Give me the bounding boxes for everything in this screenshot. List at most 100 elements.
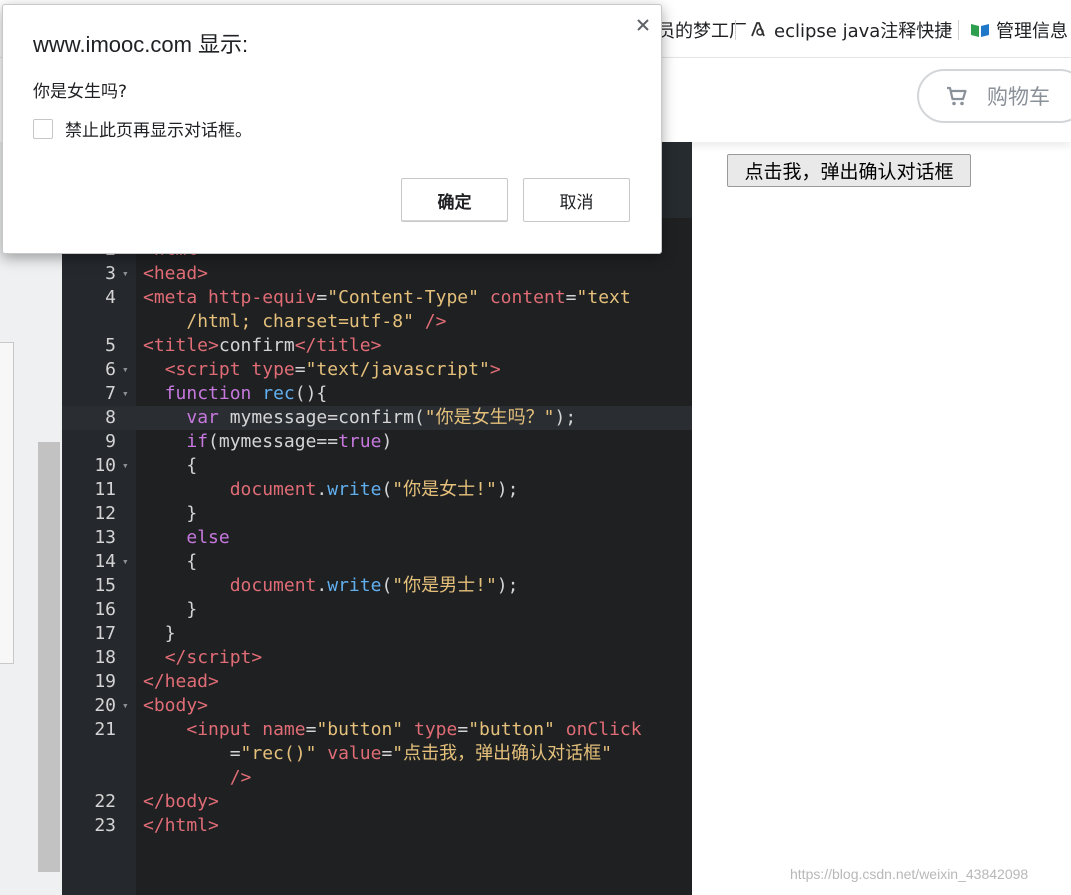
line-number: 22	[94, 791, 116, 812]
code-text: </head>	[143, 671, 219, 692]
code-text: />	[229, 767, 252, 788]
code-text: }	[186, 503, 198, 524]
line-number: 15	[94, 575, 116, 596]
close-icon[interactable]	[633, 15, 653, 35]
code-line[interactable]: 6 ▾ <script type="text/javascript">	[62, 358, 692, 382]
line-number: 13	[94, 527, 116, 548]
dialog-title: www.imooc.com 显示:	[33, 32, 249, 57]
line-number: 14	[94, 551, 116, 572]
bookmark-label: 员的梦工厂	[657, 21, 747, 42]
line-number: 19	[94, 671, 116, 692]
suppress-dialog-label: 禁止此页再显示对话框。	[65, 121, 252, 141]
line-number: 8	[105, 407, 116, 428]
line-number: 18	[94, 647, 116, 668]
fold-arrow-icon[interactable]: ▾	[122, 382, 129, 406]
bookmark-label: 管理信息	[996, 21, 1068, 42]
left-card	[0, 342, 14, 664]
code-line[interactable]: 15 document.write("你是男士!");	[62, 574, 692, 598]
book-icon	[971, 24, 989, 37]
left-panel	[0, 142, 62, 895]
code-text: <script type="text/javascript">	[164, 359, 501, 380]
bookmark-item-2[interactable]: eclipse java注释快捷	[748, 18, 952, 42]
bookmark-item-1[interactable]: 员的梦工厂	[657, 18, 747, 42]
code-line[interactable]: 9 if(mymessage==true)	[62, 430, 692, 454]
cancel-label: 取消	[559, 192, 594, 213]
code-line[interactable]: 4 <meta http-equiv="Content-Type" content…	[62, 286, 692, 310]
fold-arrow-icon[interactable]: ▾	[122, 550, 129, 574]
code-line[interactable]: 3 ▾ <head>	[62, 262, 692, 286]
line-number: 5	[105, 335, 116, 356]
line-number: 4	[105, 287, 116, 308]
code-line[interactable]: 16 }	[62, 598, 692, 622]
eclipse-icon	[751, 22, 765, 37]
line-number: 7	[105, 383, 116, 404]
code-line[interactable]: 22 </body>	[62, 790, 692, 814]
code-line[interactable]: 13 else	[62, 526, 692, 550]
code-line[interactable]: 21 <input name="button" type="button" on…	[62, 718, 692, 742]
line-number: 23	[94, 815, 116, 836]
watermark: https://blog.csdn.net/weixin_43842098	[790, 866, 1029, 882]
code-line[interactable]: 5 <title>confirm</title>	[62, 334, 692, 358]
code-line[interactable]: 18 </script>	[62, 646, 692, 670]
fold-arrow-icon[interactable]: ▾	[122, 454, 129, 478]
code-line[interactable]: 12 }	[62, 502, 692, 526]
code-line[interactable]: 10 ▾ {	[62, 454, 692, 478]
confirm-dialog: www.imooc.com 显示: 你是女生吗? 禁止此页再显示对话框。 确定 …	[2, 4, 662, 254]
code-text: }	[186, 599, 198, 620]
code-editor: 2<html>3▾<head>4<meta http-equiv="Conten…	[62, 142, 692, 895]
code-text: <meta http-equiv="Content-Type" content=…	[143, 287, 631, 308]
cart-label: 购物车	[987, 85, 1050, 109]
line-number: 11	[94, 479, 116, 500]
code-line[interactable]: 14 ▾ {	[62, 550, 692, 574]
fold-arrow-icon[interactable]: ▾	[122, 358, 129, 382]
code-text: document.write("你是男士!");	[229, 575, 519, 596]
code-text: ="rec()" value="点击我，弹出确认对话框"	[229, 743, 612, 764]
code-line[interactable]: 17 }	[62, 622, 692, 646]
bookmark-separator	[735, 20, 736, 40]
code-text: <input name="button" type="button" onCli…	[186, 719, 642, 740]
code-text: {	[186, 551, 198, 572]
code-text: <body>	[143, 695, 209, 716]
code-lines[interactable]: 2<html>3▾<head>4<meta http-equiv="Conten…	[62, 238, 692, 838]
code-line[interactable]: 20 ▾ <body>	[62, 694, 692, 718]
bookmark-label: eclipse java注释快捷	[774, 21, 953, 42]
suppress-dialog-checkbox[interactable]	[33, 118, 53, 139]
cancel-button[interactable]: 取消	[523, 178, 630, 222]
fold-arrow-icon[interactable]: ▾	[122, 694, 129, 718]
code-text: /html; charset=utf-8" />	[186, 311, 447, 332]
line-number: 10	[94, 455, 116, 476]
code-line[interactable]: />	[62, 766, 692, 790]
suppress-dialog-row[interactable]: 禁止此页再显示对话框。	[33, 116, 252, 141]
left-scrollbar[interactable]	[38, 442, 60, 872]
code-line[interactable]: 19 </head>	[62, 670, 692, 694]
dialog-message: 你是女生吗?	[33, 82, 128, 102]
ok-button[interactable]: 确定	[401, 178, 508, 222]
ok-label: 确定	[437, 192, 472, 213]
line-number: 9	[105, 431, 116, 452]
code-text: function rec(){	[164, 383, 328, 404]
button-label: 点击我，弹出确认对话框	[744, 162, 954, 183]
code-text: {	[186, 455, 198, 476]
code-line[interactable]: /html; charset=utf-8" />	[62, 310, 692, 334]
fold-arrow-icon[interactable]: ▾	[122, 262, 129, 286]
code-line[interactable]: 23 </html>	[62, 814, 692, 838]
code-text: if(mymessage==true)	[186, 431, 393, 452]
cart-button[interactable]: 购物车	[917, 69, 1071, 123]
code-text: document.write("你是女士!");	[229, 479, 519, 500]
line-number: 20	[94, 695, 116, 716]
code-text: </script>	[164, 647, 263, 668]
code-text: </html>	[143, 815, 219, 836]
bookmark-item-3[interactable]: 管理信息	[970, 18, 1068, 42]
line-number: 6	[105, 359, 116, 380]
code-text: <title>confirm</title>	[143, 335, 382, 356]
line-number: 3	[105, 263, 116, 284]
bookmark-separator	[958, 20, 959, 40]
line-number: 16	[94, 599, 116, 620]
code-line[interactable]: 11 document.write("你是女士!");	[62, 478, 692, 502]
code-text: else	[186, 527, 230, 548]
line-number: 21	[94, 719, 116, 740]
code-line[interactable]: 8 var mymessage=confirm("你是女生吗？");	[62, 406, 692, 430]
code-line[interactable]: 7 ▾ function rec(){	[62, 382, 692, 406]
confirm-trigger-button[interactable]: 点击我，弹出确认对话框	[727, 154, 971, 187]
code-line[interactable]: ="rec()" value="点击我，弹出确认对话框"	[62, 742, 692, 766]
